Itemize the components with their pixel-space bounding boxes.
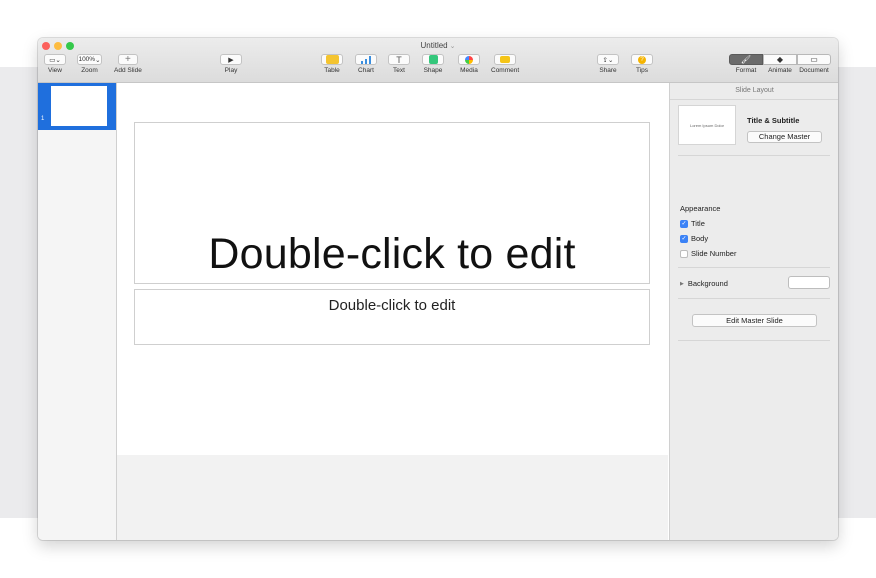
plus-icon[interactable]: + [117,54,138,65]
slide-canvas: Double-click to edit Double-click to edi… [117,83,668,540]
paintbrush-icon[interactable]: 🖌 [729,54,763,65]
title-placeholder[interactable]: Double-click to edit [134,122,650,284]
document-icon[interactable]: ▭ [797,54,831,65]
share-label: Share [599,67,617,74]
zoom-control[interactable]: 100% ⌄ Zoom [77,54,102,74]
edit-master-slide-button[interactable]: Edit Master Slide [692,314,817,327]
media-icon[interactable] [458,54,480,65]
body-placeholder[interactable]: Double-click to edit [134,289,650,345]
play-icon[interactable]: ▶ [220,54,242,65]
disclosure-triangle-icon[interactable]: ▶ [680,281,684,287]
divider [678,340,830,341]
appearance-title-option[interactable]: ✓ Title [680,219,705,228]
appearance-option-label: Title [691,219,705,228]
chart-icon[interactable] [355,54,377,65]
text-label: Text [393,67,405,74]
body-placeholder-text: Double-click to edit [328,297,456,314]
toolbar: Untitled ⌄ ▭⌄ View 100% ⌄ Zoom + Add Slide… [38,38,838,83]
layout-name: Title & Subtitle [747,116,800,125]
add-slide-button[interactable]: + Add Slide [114,54,142,74]
diamond-icon[interactable]: ◆ [763,54,797,65]
share-icon[interactable]: ⇪⌄ [597,54,619,65]
change-master-button[interactable]: Change Master [747,131,822,143]
tips-label: Tips [635,67,649,74]
tips-icon[interactable]: ? [631,54,653,65]
chevron-down-icon: ⌄ [95,56,101,64]
appearance-body-option[interactable]: ✓ Body [680,234,708,243]
format-inspector: Slide Layout Lorem Ipsum Dolor Title & S… [669,83,838,540]
slide-navigator: 1 [38,83,117,540]
sidebar-icon[interactable]: ▭⌄ [44,54,66,65]
chart-label: Chart [358,67,374,74]
text-icon[interactable]: T [388,54,410,65]
window-title: Untitled ⌄ [38,41,838,50]
appearance-slide-number-option[interactable]: Slide Number [680,249,736,258]
table-icon[interactable] [321,54,343,65]
divider [678,267,830,268]
window-title-text: Untitled [420,41,448,50]
slide-thumbnail-selected[interactable]: 1 [38,83,116,130]
title-placeholder-text: Double-click to edit [208,230,576,278]
layout-thumbnail-text: Lorem Ipsum Dolor [689,123,724,128]
shape-button[interactable]: Shape [422,54,444,74]
comment-icon[interactable] [494,54,517,65]
add-slide-label: Add Slide [114,67,142,74]
zoom-label: Zoom [81,67,98,74]
appearance-title: Appearance [680,204,721,213]
inspector-header: Slide Layout [670,83,838,100]
share-button[interactable]: ⇪⌄ Share [597,54,619,74]
play-button[interactable]: ▶ Play [220,54,242,74]
chart-button[interactable]: Chart [355,54,377,74]
tips-button[interactable]: ? Tips [631,54,653,74]
view-label: View [48,67,62,74]
appearance-option-label: Body [691,234,709,243]
media-button[interactable]: Media [458,54,480,74]
keynote-window: Untitled ⌄ ▭⌄ View 100% ⌄ Zoom + Add Slide… [38,38,838,540]
comment-button[interactable]: Comment [491,54,519,74]
tab-document[interactable]: Document [797,67,831,74]
divider [678,298,830,299]
shape-icon[interactable] [422,54,444,65]
zoom-select[interactable]: 100% ⌄ [77,54,102,65]
media-label: Media [460,67,478,74]
checkbox-checked-icon[interactable]: ✓ [680,234,688,243]
comment-label: Comment [491,67,520,74]
inspector-tab-labels: Format Animate Document [729,67,831,74]
slide[interactable]: Double-click to edit Double-click to edi… [117,83,668,455]
background-color-well[interactable] [788,276,830,289]
title-chevron-icon[interactable]: ⌄ [450,43,456,50]
view-control[interactable]: ▭⌄ View [44,54,66,74]
slide-thumbnail[interactable] [51,86,107,126]
shape-label: Shape [423,67,443,74]
zoom-value: 100% [78,56,96,63]
layout-thumbnail[interactable]: Lorem Ipsum Dolor [678,105,736,145]
table-button[interactable]: Table [321,54,343,74]
divider [678,155,830,156]
table-label: Table [324,67,340,74]
appearance-option-label: Slide Number [691,249,737,258]
play-label: Play [224,67,238,74]
slide-number: 1 [41,116,45,122]
tab-format[interactable]: Format [729,67,763,74]
text-button[interactable]: T Text [388,54,410,74]
inspector-tabs: 🖌 ◆ ▭ [729,54,831,65]
background-disclosure[interactable]: ▶ Background [680,279,728,288]
checkbox-unchecked-icon[interactable] [680,249,688,258]
checkbox-checked-icon[interactable]: ✓ [680,219,688,228]
tab-animate[interactable]: Animate [763,67,797,74]
background-label: Background [687,279,728,288]
